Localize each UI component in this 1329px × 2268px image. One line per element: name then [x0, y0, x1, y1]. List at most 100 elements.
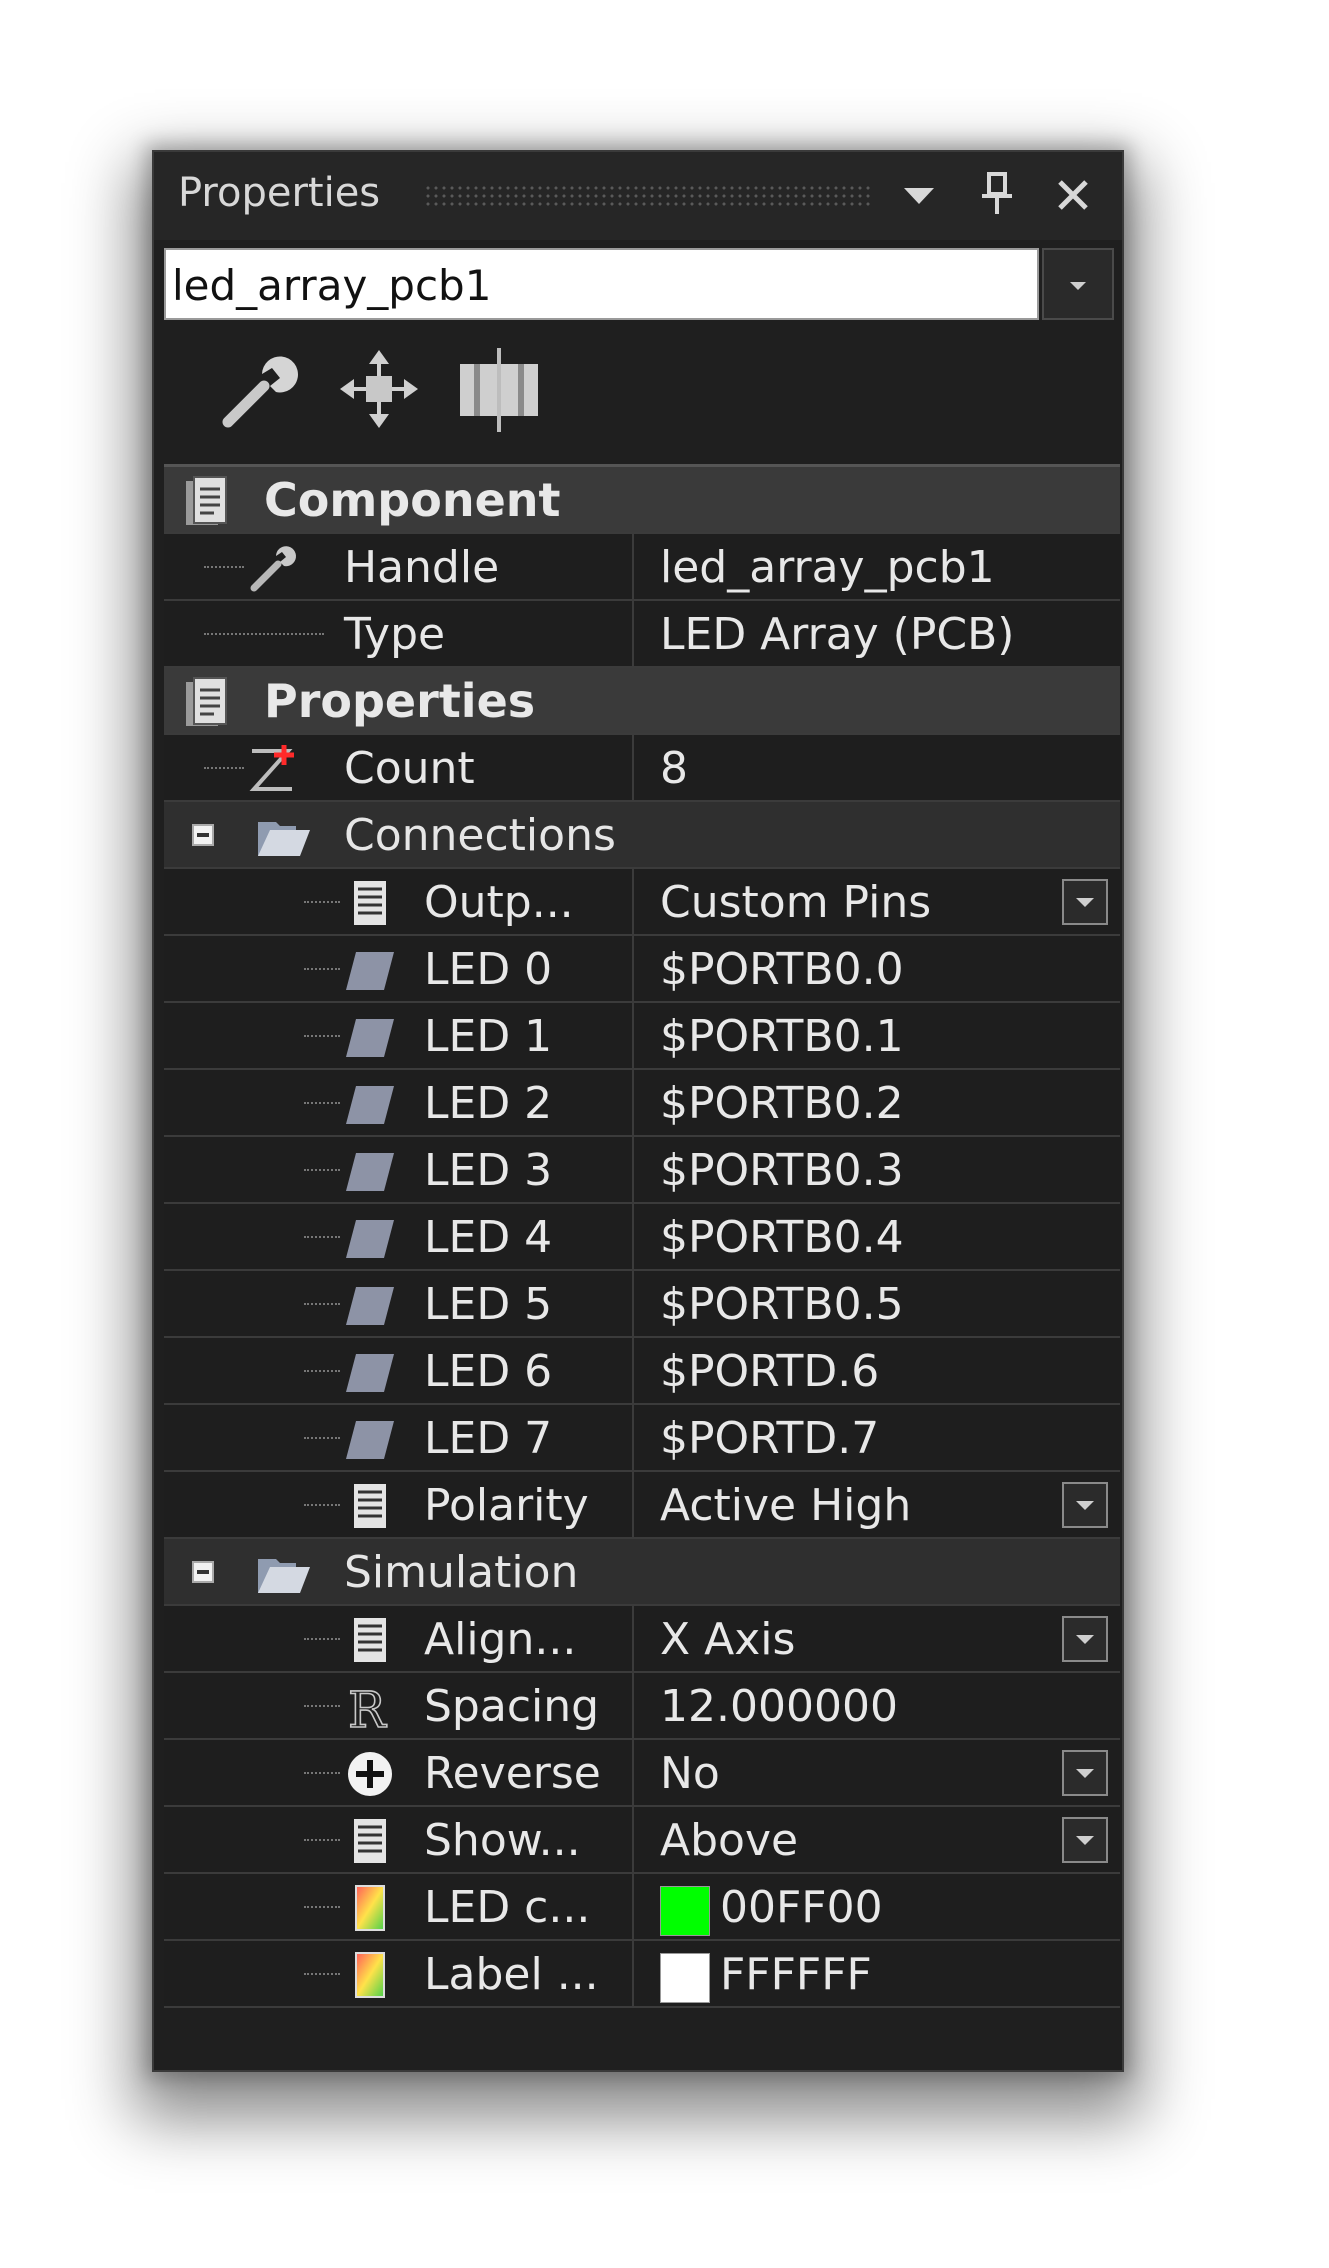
svg-text:R: R — [348, 1681, 387, 1733]
property-value-cell[interactable]: $PORTB0.3 — [634, 1137, 1120, 1202]
property-row-led-color[interactable]: LED c... 00FF00 — [164, 1874, 1120, 1941]
property-value-cell[interactable]: $PORTD.7 — [634, 1405, 1120, 1470]
property-value-cell[interactable]: $PORTB0.0 — [634, 936, 1120, 1001]
dropdown-button[interactable] — [1062, 1616, 1108, 1662]
property-value-cell[interactable]: $PORTD.6 — [634, 1338, 1120, 1403]
property-value[interactable]: $PORTD.6 — [660, 1346, 879, 1397]
list-icon — [354, 1819, 386, 1863]
property-label: LED 3 — [424, 1145, 553, 1196]
property-value-cell[interactable]: led_array_pcb1 — [634, 534, 1120, 599]
section-properties[interactable]: Properties — [164, 668, 1120, 735]
property-value[interactable]: $PORTD.7 — [660, 1413, 879, 1464]
property-label: LED 4 — [424, 1212, 553, 1263]
property-row-led[interactable]: LED 2 $PORTB0.2 — [164, 1070, 1120, 1137]
property-value[interactable]: $PORTB0.4 — [660, 1212, 904, 1263]
color-icon — [355, 1952, 385, 1998]
dropdown-button[interactable] — [1062, 1817, 1108, 1863]
dropdown-button[interactable] — [1062, 879, 1108, 925]
property-row-led[interactable]: LED 1 $PORTB0.1 — [164, 1003, 1120, 1070]
property-row-spacing[interactable]: R Spacing 12.000000 — [164, 1673, 1120, 1740]
color-swatch[interactable] — [660, 1953, 710, 2003]
property-value-cell[interactable]: $PORTB0.2 — [634, 1070, 1120, 1135]
property-row-count[interactable]: Count 8 — [164, 735, 1120, 802]
property-label: LED 1 — [424, 1011, 553, 1062]
close-icon[interactable] — [1048, 164, 1098, 224]
property-value-cell[interactable]: 8 — [634, 735, 1120, 800]
property-row-label-color[interactable]: Label ... FFFFFF — [164, 1941, 1120, 2008]
property-value-cell[interactable]: Custom Pins — [634, 869, 1120, 934]
property-value[interactable]: led_array_pcb1 — [660, 542, 995, 593]
property-row-reverse[interactable]: Reverse No — [164, 1740, 1120, 1807]
property-row-led[interactable]: LED 3 $PORTB0.3 — [164, 1137, 1120, 1204]
property-value-cell[interactable]: 12.000000 — [634, 1673, 1120, 1738]
property-value-cell[interactable]: X Axis — [634, 1606, 1120, 1671]
property-row-show[interactable]: Show... Above — [164, 1807, 1120, 1874]
property-grid: Component Handle led_array_pcb1 Type LED… — [164, 464, 1120, 2070]
pin-icon[interactable] — [972, 164, 1022, 224]
tree-connector — [304, 1169, 340, 1171]
property-row-align[interactable]: Align... X Axis — [164, 1606, 1120, 1673]
object-selector[interactable]: led_array_pcb1 — [164, 248, 1039, 320]
property-value-cell[interactable]: $PORTB0.1 — [634, 1003, 1120, 1068]
property-value[interactable]: X Axis — [660, 1614, 795, 1665]
dropdown-button[interactable] — [1062, 1750, 1108, 1796]
chevron-down-icon — [1070, 282, 1086, 290]
property-name-cell: Align... — [164, 1606, 634, 1671]
property-value[interactable]: 8 — [660, 743, 688, 794]
tree-connector — [304, 1370, 340, 1372]
property-value[interactable]: 00FF00 — [720, 1882, 883, 1933]
group-connections[interactable]: Connections — [164, 802, 1120, 869]
group-simulation[interactable]: Simulation — [164, 1539, 1120, 1606]
property-label: LED 0 — [424, 944, 553, 995]
section-component[interactable]: Component — [164, 467, 1120, 534]
folder-icon — [258, 1559, 310, 1593]
group-label: Simulation — [344, 1547, 579, 1598]
property-value[interactable]: $PORTB0.3 — [660, 1145, 904, 1196]
list-icon — [354, 1484, 386, 1528]
property-value[interactable]: $PORTB0.0 — [660, 944, 904, 995]
property-value[interactable]: 12.000000 — [660, 1681, 898, 1732]
property-row-led[interactable]: LED 5 $PORTB0.5 — [164, 1271, 1120, 1338]
property-value-cell[interactable]: Active High — [634, 1472, 1120, 1537]
chevron-down-icon[interactable] — [894, 164, 944, 224]
property-row-led[interactable]: LED 6 $PORTD.6 — [164, 1338, 1120, 1405]
property-value: LED Array (PCB) — [660, 609, 1015, 660]
property-row-led[interactable]: LED 7 $PORTD.7 — [164, 1405, 1120, 1472]
property-row-polarity[interactable]: Polarity Active High — [164, 1472, 1120, 1539]
property-value[interactable]: Custom Pins — [660, 877, 931, 928]
selector-dropdown-button[interactable] — [1042, 248, 1114, 320]
property-value-cell[interactable]: $PORTB0.5 — [634, 1271, 1120, 1336]
tree-connector — [304, 1973, 340, 1975]
property-value-cell[interactable]: $PORTB0.4 — [634, 1204, 1120, 1269]
collapse-toggle[interactable] — [192, 824, 214, 846]
property-value[interactable]: $PORTB0.2 — [660, 1078, 904, 1129]
collapse-toggle[interactable] — [192, 1561, 214, 1583]
property-row-led[interactable]: LED 0 $PORTB0.0 — [164, 936, 1120, 1003]
resize-icon[interactable] — [454, 344, 544, 434]
property-value[interactable]: $PORTB0.1 — [660, 1011, 904, 1062]
tree-connector — [304, 1705, 340, 1707]
property-value[interactable]: No — [660, 1748, 720, 1799]
property-value[interactable]: Active High — [660, 1480, 911, 1531]
property-value[interactable]: FFFFFF — [720, 1949, 872, 2000]
property-name-cell: Outp... — [164, 869, 634, 934]
property-row-led[interactable]: LED 4 $PORTB0.4 — [164, 1204, 1120, 1271]
property-name-cell: LED 0 — [164, 936, 634, 1001]
dropdown-button[interactable] — [1062, 1482, 1108, 1528]
z-expression-icon — [249, 745, 294, 791]
property-value[interactable]: $PORTB0.5 — [660, 1279, 904, 1330]
property-row-handle[interactable]: Handle led_array_pcb1 — [164, 534, 1120, 601]
color-swatch[interactable] — [660, 1886, 710, 1936]
properties-panel: Properties led_array_pcb1 Component Hand… — [152, 150, 1124, 2072]
property-row-type[interactable]: Type LED Array (PCB) — [164, 601, 1120, 668]
property-row-output[interactable]: Outp... Custom Pins — [164, 869, 1120, 936]
property-value[interactable]: Above — [660, 1815, 798, 1866]
folder-icon — [258, 822, 310, 856]
wrench-icon[interactable] — [214, 344, 304, 434]
property-value-cell[interactable]: FFFFFF — [634, 1941, 1120, 2006]
property-value-cell[interactable]: 00FF00 — [634, 1874, 1120, 1939]
property-value-cell[interactable]: Above — [634, 1807, 1120, 1872]
drag-grip[interactable] — [424, 184, 874, 210]
property-value-cell[interactable]: No — [634, 1740, 1120, 1805]
move-icon[interactable] — [334, 344, 424, 434]
